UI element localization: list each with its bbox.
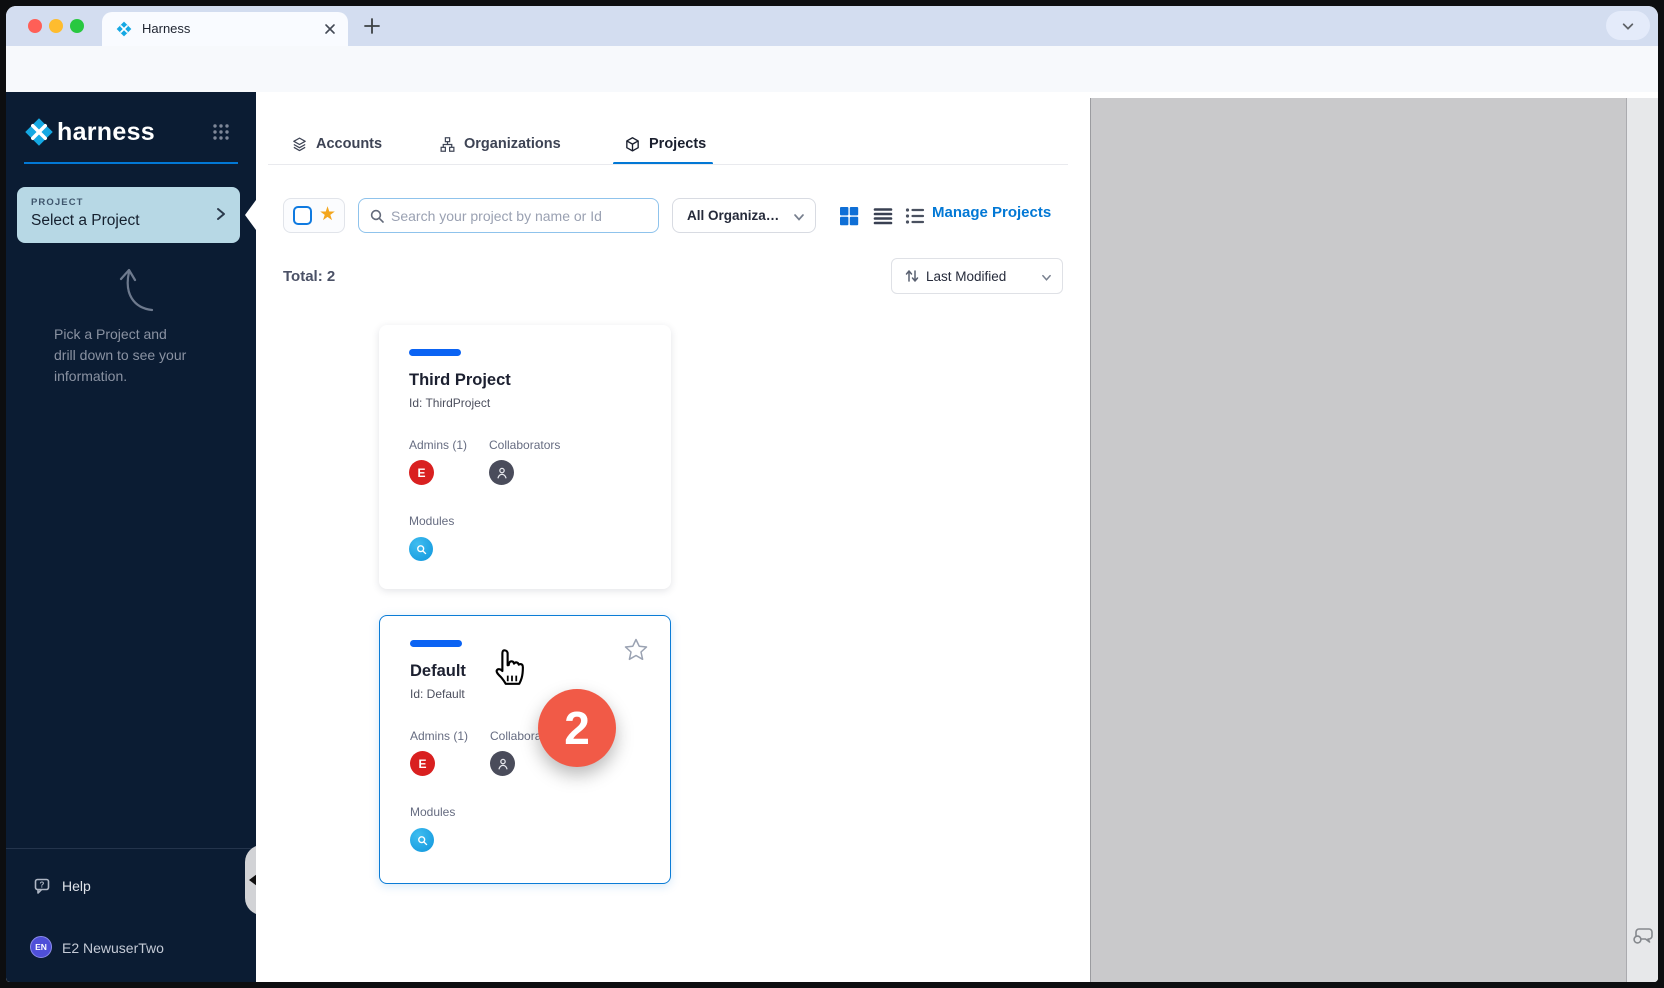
- magnifier-icon: [416, 834, 429, 847]
- person-icon: [495, 466, 509, 480]
- favorite-star-icon[interactable]: [622, 636, 650, 664]
- brand-underline: [24, 162, 238, 164]
- project-card-third-project[interactable]: Third Project Id: ThirdProject Admins (1…: [379, 325, 671, 589]
- module-icon[interactable]: [409, 537, 433, 561]
- mac-minimize-button[interactable]: [49, 19, 63, 33]
- browser-window: Harness: [6, 6, 1658, 982]
- content-notch: [245, 200, 256, 230]
- main-content: Accounts Organizations Projects: [256, 92, 1090, 982]
- project-selector-value: Select a Project: [31, 212, 140, 230]
- manage-projects-link[interactable]: Manage Projects: [932, 204, 1051, 221]
- project-search: [358, 198, 659, 233]
- hint-line: information.: [54, 366, 214, 387]
- project-color-bar: [410, 640, 462, 647]
- project-title: Default: [410, 662, 466, 681]
- project-id: Id: Default: [410, 687, 465, 701]
- chevron-down-icon: [1041, 272, 1052, 283]
- favorites-star-icon[interactable]: ★: [319, 203, 336, 226]
- admin-avatar[interactable]: E: [410, 751, 435, 776]
- browser-tab[interactable]: Harness: [102, 12, 348, 46]
- project-id: Id: ThirdProject: [409, 396, 490, 410]
- modules-label: Modules: [409, 514, 454, 528]
- collaborator-avatar[interactable]: [489, 460, 514, 485]
- mac-maximize-button[interactable]: [70, 19, 84, 33]
- tab-accounts[interactable]: Accounts: [291, 132, 382, 156]
- sort-arrows-icon: [904, 268, 920, 284]
- hint-line: drill down to see your: [54, 345, 214, 366]
- project-color-bar: [409, 349, 461, 356]
- browser-toolbar: app.harness.io/ng/account/YWdkwNPiTceDUK…: [6, 46, 1658, 92]
- organization-filter-value: All Organiza…: [687, 208, 779, 223]
- chevron-down-icon: [793, 211, 805, 223]
- svg-text:?: ?: [40, 880, 45, 889]
- browser-tab-strip: Harness: [6, 6, 1658, 46]
- collaborator-avatar[interactable]: [490, 751, 515, 776]
- sort-dropdown[interactable]: Last Modified: [891, 258, 1063, 294]
- magnifier-icon: [415, 543, 428, 556]
- admin-avatar[interactable]: E: [409, 460, 434, 485]
- org-chart-icon: [439, 136, 456, 153]
- tab-organizations-label: Organizations: [464, 136, 561, 152]
- step-annotation-badge: 2: [538, 689, 616, 767]
- total-count-label: Total: 2: [283, 268, 335, 285]
- hint-line: Pick a Project and: [54, 324, 214, 345]
- page-content: harness PROJECT Select a Project: [6, 92, 1658, 982]
- list-view-button[interactable]: [871, 204, 895, 228]
- favorites-checkbox[interactable]: [293, 206, 312, 225]
- curved-arrow-icon: [108, 260, 160, 316]
- sidebar-hint-text: Pick a Project and drill down to see you…: [54, 324, 214, 387]
- project-selector-label: PROJECT: [31, 197, 84, 208]
- admins-label: Admins (1): [410, 729, 468, 743]
- help-chat-icon: ?: [32, 877, 52, 897]
- grid-view-button[interactable]: [837, 204, 861, 228]
- person-icon: [496, 757, 510, 771]
- tab-projects-label: Projects: [649, 136, 706, 152]
- chat-bubbles-icon[interactable]: [1630, 922, 1656, 948]
- tabs-bottom-border: [268, 164, 1068, 165]
- module-icon[interactable]: [410, 828, 434, 852]
- favorites-filter-group: ★: [283, 198, 345, 233]
- harness-sidebar: harness PROJECT Select a Project: [6, 92, 256, 982]
- right-edge-strip: [1626, 98, 1658, 982]
- harness-favicon-icon: [116, 21, 132, 37]
- user-avatar: EN: [30, 936, 52, 958]
- tab-projects[interactable]: Projects: [624, 132, 706, 156]
- modules-label: Modules: [410, 805, 455, 819]
- detailed-list-view-button[interactable]: [903, 204, 927, 228]
- search-icon: [369, 208, 385, 224]
- tab-accounts-label: Accounts: [316, 136, 382, 152]
- organization-filter-dropdown[interactable]: All Organiza…: [672, 198, 816, 233]
- chevron-down-icon: [1621, 19, 1635, 33]
- brand-row: harness: [24, 116, 238, 148]
- search-input[interactable]: [391, 200, 651, 231]
- tab-title: Harness: [142, 21, 190, 36]
- app-grid-icon[interactable]: [212, 123, 230, 141]
- cursor-pointer-icon: [490, 647, 530, 693]
- harness-logo-icon: [24, 117, 54, 147]
- tab-close-icon[interactable]: [322, 21, 338, 37]
- brand-wordmark: harness: [57, 118, 155, 147]
- user-name: E2 NewuserTwo: [62, 940, 164, 956]
- help-label: Help: [62, 878, 91, 894]
- tab-organizations[interactable]: Organizations: [439, 132, 561, 156]
- empty-gray-panel: [1090, 98, 1626, 982]
- sidebar-divider: [6, 848, 256, 849]
- admins-label: Admins (1): [409, 438, 467, 452]
- chevron-right-icon: [214, 207, 228, 221]
- project-selector[interactable]: PROJECT Select a Project: [17, 187, 240, 243]
- collaborators-label: Collaborators: [489, 438, 560, 452]
- cube-icon: [624, 136, 641, 153]
- layers-icon: [291, 136, 308, 153]
- mac-close-button[interactable]: [28, 19, 42, 33]
- project-title: Third Project: [409, 371, 511, 390]
- new-tab-button[interactable]: [360, 14, 384, 38]
- tab-search-button[interactable]: [1606, 11, 1650, 40]
- sort-value: Last Modified: [926, 269, 1006, 284]
